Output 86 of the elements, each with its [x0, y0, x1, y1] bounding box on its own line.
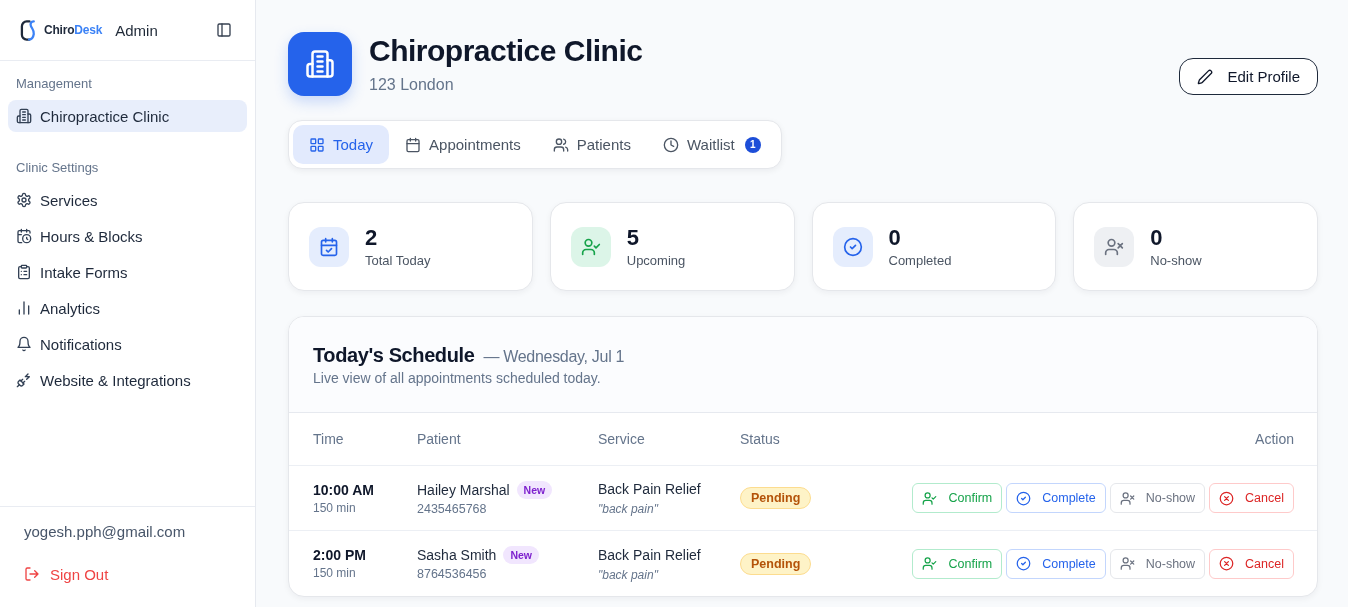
user-x-icon [1094, 226, 1135, 267]
pencil-icon [1197, 68, 1214, 85]
schedule-date: — Wednesday, Jul 1 [483, 348, 625, 366]
nav-item[interactable]: Chiropractice Clinic [8, 100, 247, 132]
new-patient-badge: New [516, 480, 553, 499]
stat-value: 0 [1150, 224, 1164, 251]
patient-phone: 8764536456 [417, 566, 488, 582]
user-check-icon [570, 226, 611, 267]
nav-item[interactable]: Intake Forms [8, 256, 247, 288]
complete-button[interactable]: Complete [1006, 483, 1106, 513]
stat-label: Completed [888, 252, 952, 269]
bell-icon [16, 336, 32, 352]
schedule-subtitle: Live view of all appointments scheduled today. [313, 369, 602, 388]
user-email: yogesh.pph@gmail.com [24, 522, 187, 542]
appointment-time: 2:00 PM [313, 546, 367, 564]
schedule-title: Today's Schedule [313, 343, 475, 367]
cancel-button[interactable]: Cancel [1209, 483, 1294, 513]
circle-check-icon [1016, 490, 1032, 506]
bar-chart-icon [16, 300, 32, 316]
appointment-time: 10:00 AM [313, 480, 375, 499]
section-heading: Clinic Settings [15, 160, 100, 176]
complete-button[interactable]: Complete [1006, 548, 1106, 579]
calendar-check-icon [309, 226, 349, 267]
column-header: Patient [417, 431, 462, 447]
sign-out-button[interactable]: Sign Out [24, 564, 109, 584]
nav-item[interactable]: Hours & Blocks [8, 220, 247, 252]
status-badge: Pending [740, 552, 812, 575]
calendar-icon [405, 136, 422, 153]
nav-item[interactable]: Services [8, 184, 247, 216]
calendar-clock-icon [16, 228, 32, 244]
circle-x-icon [1219, 556, 1235, 571]
nav-item[interactable]: Website & Integrations [8, 364, 247, 396]
plug-icon [16, 372, 32, 388]
settings-icon [16, 192, 32, 208]
patient-name: Sasha Smith [417, 546, 497, 565]
tab[interactable]: Today [293, 125, 390, 164]
patient-name: Hailey Marshal [417, 480, 510, 500]
clipboard-icon [16, 264, 32, 280]
service-note: "back pain" [598, 566, 660, 583]
grid-icon [309, 136, 325, 153]
brand-name: ChiroDesk [44, 23, 103, 37]
patient-phone: 2435465768 [417, 500, 488, 517]
appointment-duration: 150 min [313, 499, 357, 516]
service-note: "back pain" [598, 501, 660, 517]
sidebar-toggle-icon[interactable] [216, 22, 232, 38]
no-show-button[interactable]: No-show [1109, 483, 1206, 513]
role-label: Admin [115, 21, 158, 39]
stat-label: Total Today [365, 252, 431, 269]
no-show-button[interactable]: No-show [1109, 548, 1206, 579]
nav-item[interactable]: Analytics [8, 292, 247, 324]
user-check-icon [922, 490, 938, 506]
edit-profile-button[interactable]: Edit Profile [1179, 58, 1318, 95]
user-x-icon [1119, 556, 1135, 571]
count-badge: 1 [744, 136, 761, 153]
building-icon [288, 32, 352, 96]
clinic-name: Chiropractice Clinic [369, 32, 643, 69]
nav-item[interactable]: Notifications [8, 328, 247, 360]
appointment-duration: 150 min [313, 565, 357, 581]
user-x-icon [1119, 490, 1135, 506]
stat-label: No-show [1150, 252, 1202, 269]
tab[interactable]: Appointments [389, 125, 537, 164]
stat-value: 0 [888, 224, 902, 251]
user-check-icon [922, 556, 938, 571]
building-icon [16, 108, 32, 124]
tab[interactable]: Waitlist 1 [646, 125, 777, 164]
service-name: Back Pain Relief [598, 480, 702, 499]
users-icon [552, 136, 569, 153]
stat-value: 2 [365, 224, 379, 251]
section-heading: Management [15, 76, 93, 92]
service-name: Back Pain Relief [598, 545, 702, 565]
circle-x-icon [1219, 490, 1235, 506]
clinic-address: 123 London [369, 74, 455, 95]
circle-check-icon [1016, 556, 1032, 571]
status-badge: Pending [740, 487, 812, 509]
new-patient-badge: New [503, 546, 539, 564]
column-header: Status [740, 431, 781, 447]
column-header: Action [1255, 431, 1294, 447]
log-out-icon [24, 566, 40, 582]
circle-check-icon [832, 226, 873, 267]
column-header: Time [313, 431, 345, 447]
clock-icon [662, 136, 679, 153]
stat-label: Upcoming [626, 252, 686, 269]
cancel-button[interactable]: Cancel [1209, 548, 1294, 579]
tab[interactable]: Patients [536, 125, 647, 164]
column-header: Service [598, 431, 646, 447]
stat-value: 5 [626, 224, 640, 251]
